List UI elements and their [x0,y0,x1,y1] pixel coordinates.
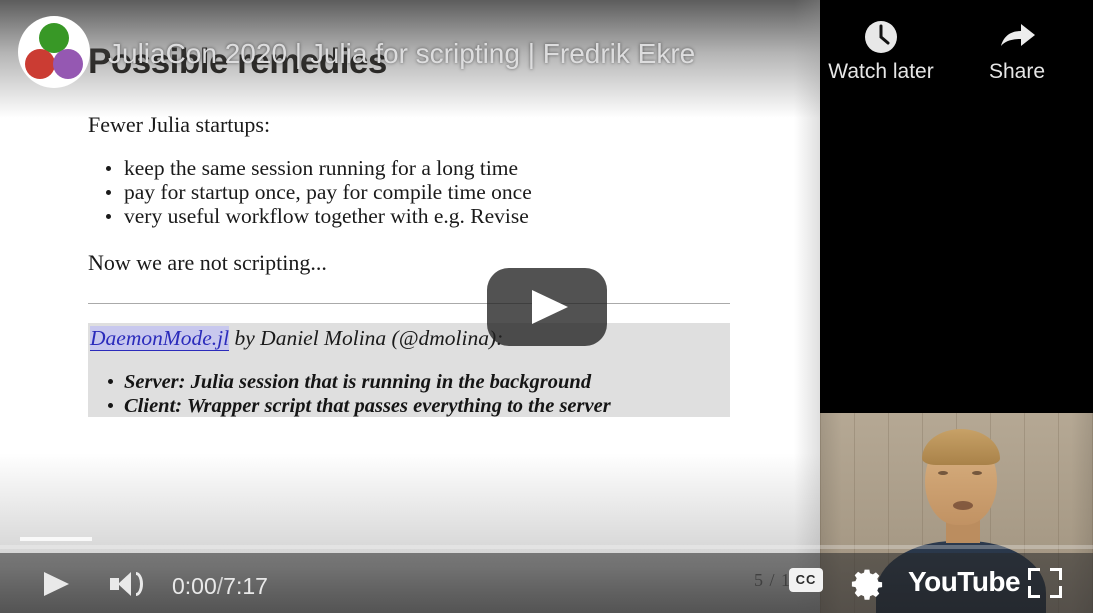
daemon-author-text: by Daniel Molina (@dmolina): [229,326,504,350]
speaker-hair [922,429,1000,465]
list-item: keep the same session running for a long… [106,156,788,180]
youtube-embedded-player[interactable]: Possible remedies Fewer Julia startups: … [0,0,1093,613]
list-item: very useful workflow together with e.g. … [106,204,788,228]
volume-wave-icon [136,572,143,596]
progress-bar-track[interactable] [0,537,1093,549]
large-play-button[interactable] [487,268,607,346]
speaker-mouth [953,501,973,510]
slide-lead-text: Fewer Julia startups: [88,112,271,137]
slide-body: Fewer Julia startups: keep the same sess… [88,112,788,276]
presentation-slide: Possible remedies Fewer Julia startups: … [0,0,820,613]
share-button[interactable]: Share [956,14,1078,84]
fullscreen-button[interactable] [1028,568,1062,598]
fullscreen-corner-bl-icon [1028,586,1040,598]
julia-logo [18,16,90,88]
captions-button[interactable]: CC [789,568,823,592]
volume-button[interactable] [108,567,148,601]
share-arrow-icon [956,14,1078,60]
cc-label: CC [795,572,817,587]
daemon-heading: DaemonMode.jl by Daniel Molina (@dmolina… [90,325,503,351]
current-time: 0:00 [172,573,217,599]
play-icon [44,572,69,596]
slide-heading: Possible remedies [88,42,387,81]
list-item: Server: Julia session that is running in… [108,370,611,394]
watch-later-label: Watch later [828,60,934,83]
slide-divider [88,303,730,304]
share-label: Share [988,60,1046,83]
julia-logo-purple-dot [53,49,83,79]
fullscreen-corner-tr-icon [1050,568,1062,580]
daemonmode-link[interactable]: DaemonMode.jl [90,326,230,351]
slide-tail-text: Now we are not scripting... [88,250,327,275]
fullscreen-corner-br-icon [1050,586,1062,598]
overlay-actions-panel: Watch later Share [820,0,1093,413]
clock-icon [820,14,942,60]
fullscreen-corner-tl-icon [1028,568,1040,580]
play-triangle-icon [532,290,568,324]
watch-later-button[interactable]: Watch later [820,14,942,84]
speaker-left-eye [938,471,948,475]
volume-cone-icon [118,572,131,596]
youtube-logo-button[interactable]: YouTube [908,566,1021,598]
slide-bullet-list: keep the same session running for a long… [88,156,788,228]
settings-button[interactable] [850,566,884,600]
list-item: Client: Wrapper script that passes every… [108,395,611,417]
julia-logo-red-dot [25,49,55,79]
speaker-right-eye [972,471,982,475]
daemon-bullet-list: Server: Julia session that is running in… [108,370,611,418]
play-button[interactable] [40,567,76,601]
video-duration: 7:17 [223,573,268,599]
time-display: 0:00/7:17 [172,573,268,600]
gear-icon [851,569,883,600]
video-frame[interactable]: Possible remedies Fewer Julia startups: … [0,0,820,613]
list-item: pay for startup once, pay for compile ti… [106,180,788,204]
progress-bar-buffered [20,537,92,541]
